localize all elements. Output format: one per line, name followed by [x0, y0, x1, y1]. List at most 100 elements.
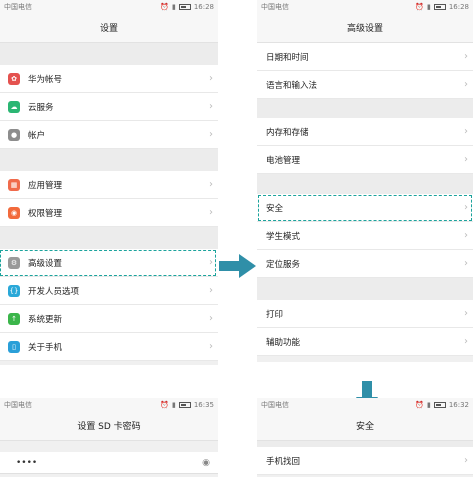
alarm-icon: ⏰	[160, 400, 169, 409]
update-icon: ↑	[8, 312, 20, 325]
carrier-label: 中国电信	[4, 400, 32, 409]
settings-item-permissions[interactable]: ◉ 权限管理 ›	[0, 199, 218, 227]
chevron-right-icon: ›	[209, 101, 213, 112]
signal-icon: ▮	[171, 2, 176, 11]
page-title: 安全	[257, 411, 473, 441]
chevron-right-icon: ›	[209, 73, 213, 84]
battery-icon	[433, 401, 446, 408]
signal-icon: ▮	[426, 2, 431, 11]
settings-item-about[interactable]: ▯ 关于手机 ›	[0, 333, 218, 361]
chevron-right-icon: ›	[464, 79, 468, 90]
settings-item-battery[interactable]: 电池管理 ›	[257, 146, 473, 174]
settings-item-huawei-account[interactable]: ✿ 华为帐号 ›	[0, 65, 218, 93]
settings-item-find-phone[interactable]: 手机找回 ›	[257, 447, 473, 475]
settings-item-developer[interactable]: {} 开发人员选项 ›	[0, 277, 218, 305]
status-bar: 中国电信 ⏰ ▮ 16:28	[0, 0, 218, 13]
highlight-advanced	[0, 250, 216, 276]
page-title: 设置	[0, 13, 218, 43]
settings-item-account[interactable]: ● 帐户 ›	[0, 121, 218, 149]
chevron-right-icon: ›	[464, 154, 468, 165]
huawei-account-icon: ✿	[8, 72, 20, 85]
time-label: 16:32	[448, 400, 469, 409]
chevron-right-icon: ›	[464, 126, 468, 137]
settings-item-label: 定位服务	[266, 259, 301, 270]
chevron-right-icon: ›	[209, 313, 213, 324]
chevron-right-icon: ›	[209, 179, 213, 190]
alarm-icon: ⏰	[415, 2, 424, 11]
settings-screen: 中国电信 ⏰ ▮ 16:28 设置 ✿ 华为帐号 › ☁ 云服务 › ● 帐户 …	[0, 0, 218, 365]
alarm-icon: ⏰	[415, 400, 424, 409]
settings-item-label: 云服务	[28, 102, 54, 113]
settings-item-label: 开发人员选项	[28, 286, 80, 297]
settings-item-label: 权限管理	[28, 208, 63, 219]
settings-item-label: 语言和输入法	[266, 80, 318, 91]
chevron-right-icon: ›	[464, 230, 468, 241]
settings-item-label: 辅助功能	[266, 337, 301, 348]
settings-item-label: 打印	[266, 309, 284, 320]
carrier-label: 中国电信	[261, 400, 289, 409]
status-bar: 中国电信 ⏰ ▮ 16:28	[257, 0, 473, 13]
eye-icon[interactable]: ◉	[194, 458, 218, 468]
section-gap	[257, 174, 473, 194]
apps-icon: ▦	[8, 178, 20, 191]
settings-item-location[interactable]: 定位服务 ›	[257, 250, 473, 278]
settings-item-print[interactable]: 打印 ›	[257, 300, 473, 328]
settings-item-update[interactable]: ↑ 系统更新 ›	[0, 305, 218, 333]
settings-item-label: 帐户	[28, 130, 46, 141]
settings-item-apps[interactable]: ▦ 应用管理 ›	[0, 171, 218, 199]
time-label: 16:35	[193, 400, 214, 409]
battery-icon	[178, 3, 191, 10]
chevron-right-icon: ›	[464, 308, 468, 319]
password-input[interactable]: •••• ◉	[0, 452, 218, 474]
battery-icon	[433, 3, 446, 10]
settings-item-label: 应用管理	[28, 180, 63, 191]
advanced-settings-screen: 中国电信 ⏰ ▮ 16:28 高级设置 日期和时间 › 语言和输入法 › 内存和…	[257, 0, 473, 362]
settings-item-label: 关于手机	[28, 342, 63, 353]
settings-item-student-mode[interactable]: 学生模式 ›	[257, 222, 473, 250]
user-icon: ●	[8, 128, 20, 141]
settings-item-label: 电池管理	[266, 155, 301, 166]
sd-card-password-screen: 中国电信 ⏰ ▮ 16:35 设置 SD 卡密码 •••• ◉	[0, 398, 218, 477]
settings-item-label: 华为帐号	[28, 74, 63, 85]
settings-item-cloud[interactable]: ☁ 云服务 ›	[0, 93, 218, 121]
alarm-icon: ⏰	[160, 2, 169, 11]
carrier-label: 中国电信	[261, 2, 289, 11]
settings-item-accessibility[interactable]: 辅助功能 ›	[257, 328, 473, 356]
chevron-right-icon: ›	[209, 341, 213, 352]
settings-item-date-time[interactable]: 日期和时间 ›	[257, 43, 473, 71]
signal-icon: ▮	[171, 400, 176, 409]
section-gap	[0, 43, 218, 65]
chevron-right-icon: ›	[209, 285, 213, 296]
settings-item-label: 日期和时间	[266, 52, 309, 63]
settings-item-storage[interactable]: 内存和存储 ›	[257, 118, 473, 146]
section-gap	[257, 99, 473, 118]
status-bar: 中国电信 ⏰ ▮ 16:32	[257, 398, 473, 411]
password-value: ••••	[16, 457, 38, 468]
settings-item-label: 学生模式	[266, 231, 301, 242]
arrow-right-icon	[219, 254, 256, 278]
time-label: 16:28	[193, 2, 214, 11]
chevron-right-icon: ›	[209, 129, 213, 140]
chevron-right-icon: ›	[464, 51, 468, 62]
settings-item-language[interactable]: 语言和输入法 ›	[257, 71, 473, 99]
chevron-right-icon: ›	[209, 207, 213, 218]
highlight-security	[258, 195, 472, 221]
carrier-label: 中国电信	[4, 2, 32, 11]
settings-item-label: 内存和存储	[266, 127, 309, 138]
chevron-right-icon: ›	[464, 336, 468, 347]
page-title: 设置 SD 卡密码	[0, 411, 218, 441]
section-gap	[257, 278, 473, 300]
signal-icon: ▮	[426, 400, 431, 409]
settings-item-label: 系统更新	[28, 314, 63, 325]
cloud-icon: ☁	[8, 100, 20, 113]
time-label: 16:28	[448, 2, 469, 11]
info-icon: ▯	[8, 340, 20, 353]
developer-icon: {}	[8, 284, 20, 297]
settings-item-label: 手机找回	[266, 456, 301, 467]
chevron-right-icon: ›	[464, 258, 468, 269]
section-gap	[0, 149, 218, 171]
section-gap	[0, 227, 218, 249]
security-screen: 中国电信 ⏰ ▮ 16:32 安全 手机找回 ›	[257, 398, 473, 477]
battery-icon	[178, 401, 191, 408]
permission-icon: ◉	[8, 206, 20, 219]
